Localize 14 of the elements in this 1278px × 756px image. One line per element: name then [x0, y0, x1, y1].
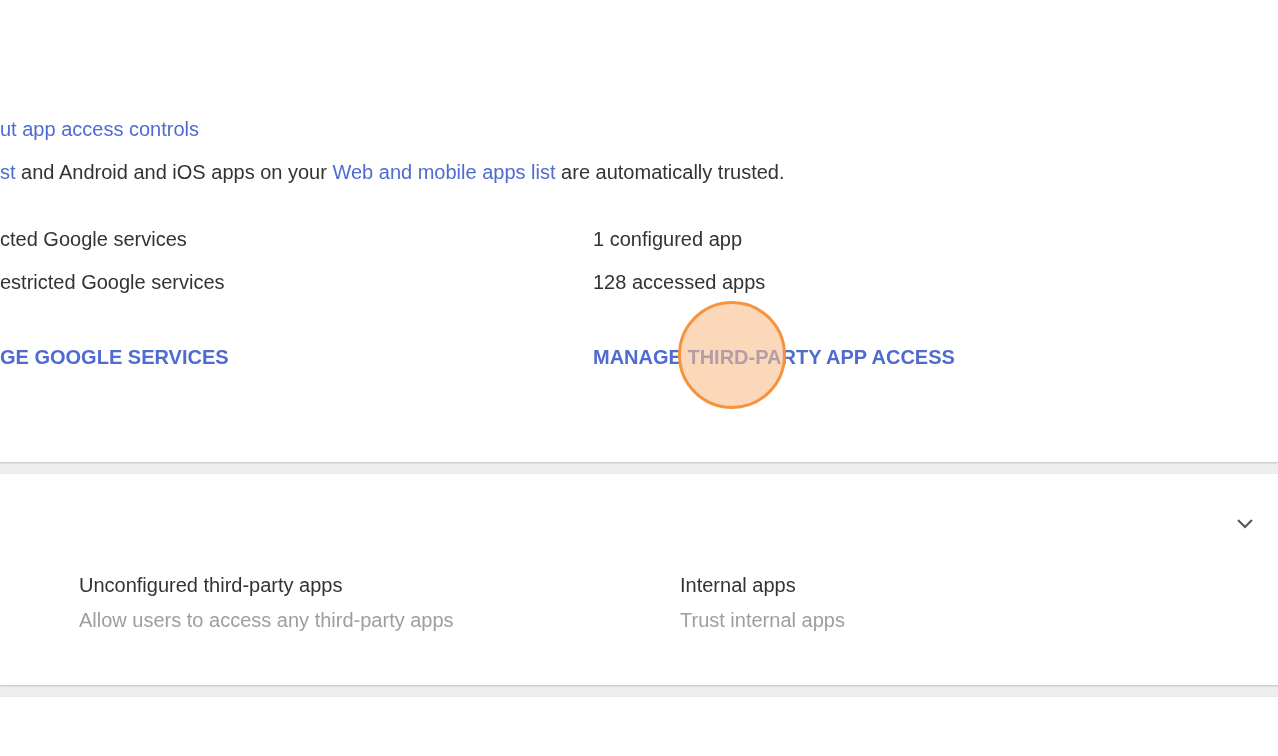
setting-title: Unconfigured third-party apps: [79, 574, 344, 598]
setting-description: Trust internal apps: [680, 609, 846, 633]
chevron-down-icon[interactable]: [1236, 518, 1254, 531]
summary-text: estricted Google services: [0, 271, 226, 294]
setting-description: Allow users to access any third-party apps: [79, 609, 455, 633]
summary-text: 1 configured app: [593, 228, 743, 251]
summary-text: cted Google services: [0, 228, 188, 251]
manage-link[interactable]: GE GOOGLE SERVICES: [0, 346, 229, 369]
apps-list-link[interactable]: Web and mobile apps list: [332, 161, 556, 183]
setting-title: Internal apps: [680, 574, 797, 598]
apps-list-link[interactable]: st: [0, 161, 16, 183]
trusted-apps-note: st and Android and iOS apps on your Web and mobile apps list are automatically trusted.: [0, 161, 786, 184]
learn-more-link[interactable]: ut app access controls: [0, 118, 199, 140]
summary-text: 128 accessed apps: [593, 271, 767, 294]
